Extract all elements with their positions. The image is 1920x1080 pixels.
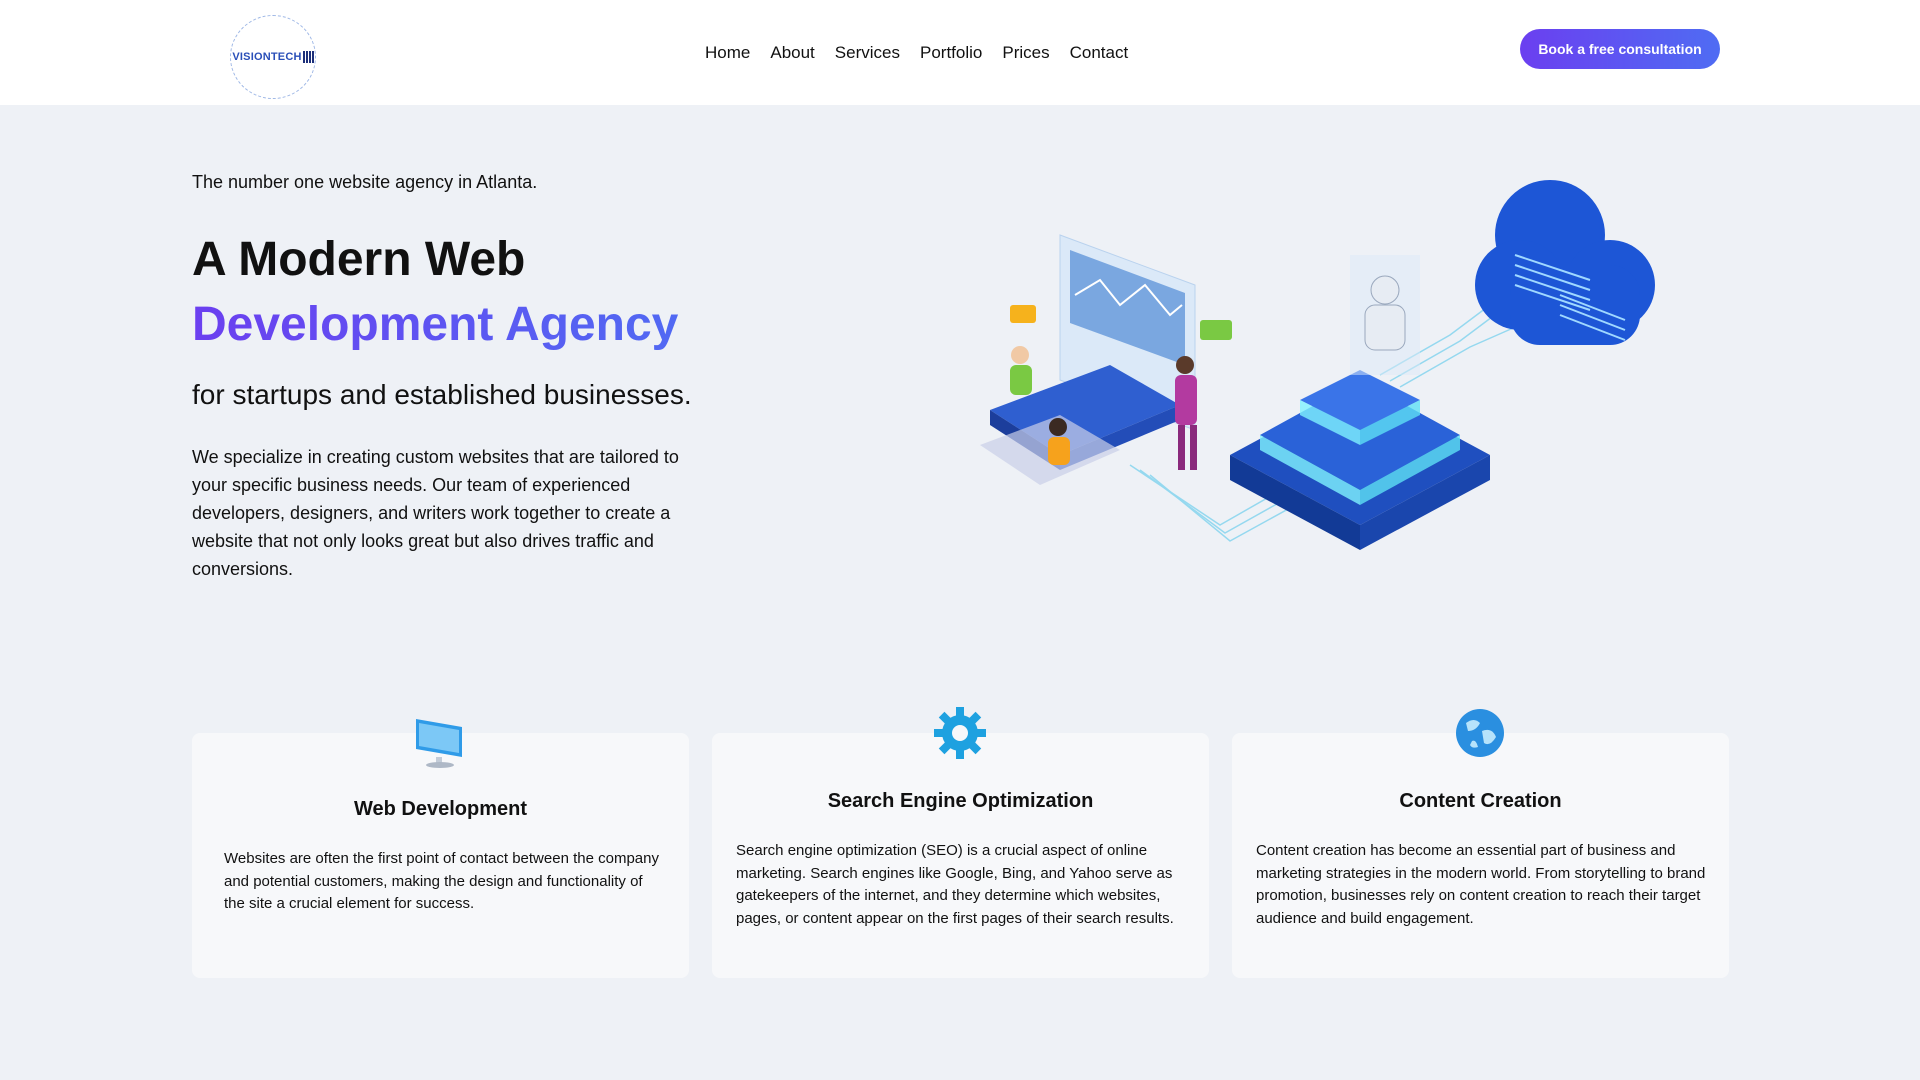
nav-services[interactable]: Services: [835, 43, 900, 63]
nav-about[interactable]: About: [770, 43, 814, 63]
logo-text: VISIONTECH: [232, 51, 302, 63]
hero-tagline: The number one website agency in Atlanta…: [192, 172, 538, 192]
nav-portfolio[interactable]: Portfolio: [920, 43, 982, 63]
service-description: Search engine optimization (SEO) is a cr…: [736, 842, 1174, 927]
service-title: Web Development: [354, 798, 527, 820]
service-description: Websites are often the first point of co…: [224, 850, 659, 912]
hero-description: We specialize in creating custom website…: [192, 447, 679, 579]
service-card-seo[interactable]: Search Engine Optimization Search engine…: [712, 707, 1209, 978]
nav-contact[interactable]: Contact: [1070, 43, 1129, 63]
nav-home[interactable]: Home: [705, 43, 750, 63]
service-description: Content creation has become an essential…: [1256, 842, 1706, 927]
hero-section: The number one website agency in Atlanta…: [192, 160, 712, 583]
logo-bars-icon: [302, 51, 314, 63]
site-header: VISIONTECH Home About Services Portfolio…: [0, 0, 1920, 105]
hero-title-line2: Development Agency: [192, 292, 712, 357]
gear-icon: [934, 707, 986, 759]
hero-subtitle: for startups and established businesses.: [192, 379, 692, 410]
monitor-icon: [416, 719, 462, 768]
book-consultation-button[interactable]: Book a free consultation: [1520, 29, 1720, 69]
logo[interactable]: VISIONTECH: [230, 15, 316, 99]
service-card-content-creation[interactable]: Content Creation Content creation has be…: [1232, 709, 1729, 978]
main-nav: Home About Services Portfolio Prices Con…: [705, 43, 1128, 63]
service-title: Content Creation: [1399, 790, 1562, 812]
service-card-web-development[interactable]: Web Development Websites are often the f…: [192, 719, 689, 978]
globe-icon: [1456, 709, 1504, 757]
isometric-tech-illustration: [980, 180, 1655, 550]
service-title: Search Engine Optimization: [827, 790, 1094, 812]
nav-prices[interactable]: Prices: [1002, 43, 1049, 63]
hero-title-line1: A Modern Web: [192, 233, 526, 286]
